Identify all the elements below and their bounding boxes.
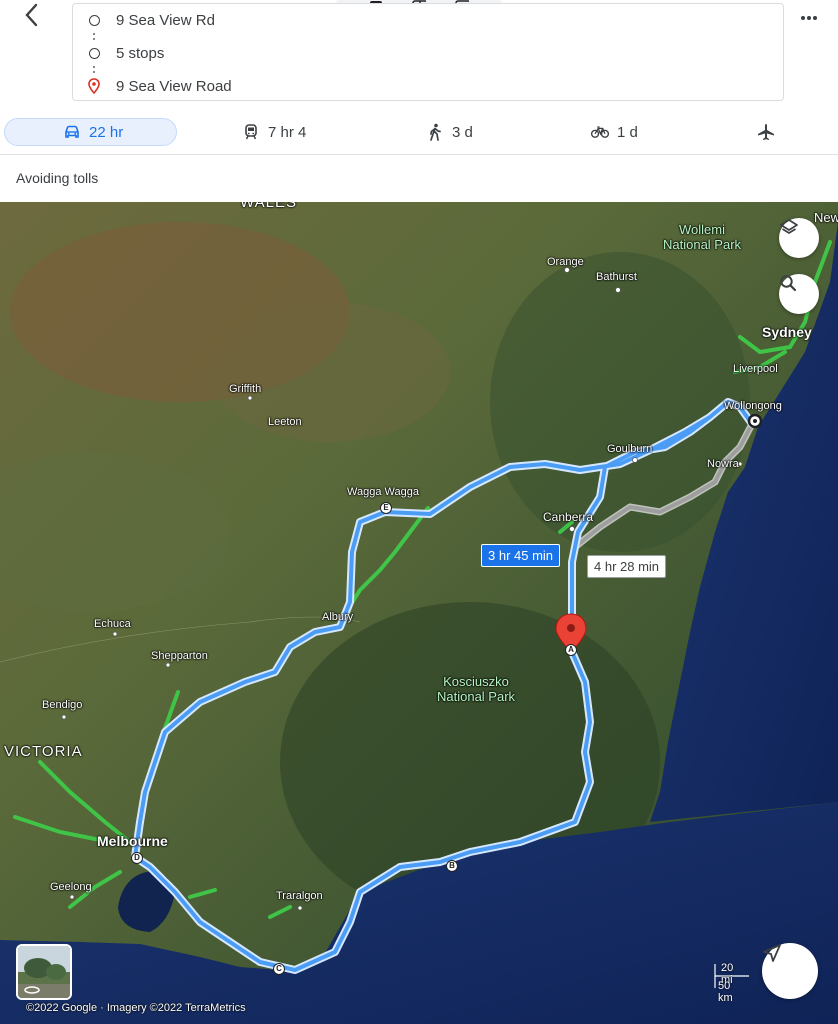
origin-circle-icon bbox=[88, 14, 100, 26]
scale-km: 50 km bbox=[718, 980, 733, 1004]
stop-marker-a[interactable]: A bbox=[565, 644, 577, 656]
satellite-map bbox=[0, 202, 838, 1024]
map-label-sydney: Sydney bbox=[762, 324, 812, 340]
tab-driving[interactable]: 22 hr bbox=[4, 118, 177, 146]
route-waypoints-box[interactable]: 9 Sea View Rd 5 stops 9 Sea View Road bbox=[72, 3, 784, 101]
stop-marker-b[interactable]: B bbox=[446, 860, 458, 872]
map-label-wollemi: Wollemi National Park bbox=[663, 222, 742, 252]
tab-walking-label: 3 d bbox=[452, 123, 473, 141]
destination-pin-icon bbox=[88, 78, 100, 94]
map-label-echuca: Echuca bbox=[94, 618, 131, 630]
map-label-traralgon: Traralgon bbox=[276, 890, 323, 902]
travel-mode-tabs: 22 hr 7 hr 4 3 d 1 d bbox=[0, 114, 838, 150]
stops-circle-icon bbox=[88, 47, 100, 59]
arrow-back-icon bbox=[25, 3, 38, 27]
walk-icon bbox=[426, 123, 444, 141]
tab-walking[interactable]: 3 d bbox=[426, 118, 473, 146]
tab-transit-label: 7 hr 4 bbox=[268, 123, 307, 141]
map-label-melbourne: Melbourne bbox=[97, 833, 168, 849]
origin-text[interactable]: 9 Sea View Rd bbox=[116, 12, 215, 29]
car-icon bbox=[63, 123, 81, 141]
back-button[interactable] bbox=[14, 0, 48, 30]
stops-text[interactable]: 5 stops bbox=[116, 45, 164, 62]
map-label-griffith: Griffith bbox=[229, 383, 262, 395]
map-label-new: New bbox=[814, 210, 838, 225]
map-copyright: ©2022 Google · Imagery ©2022 TerraMetric… bbox=[26, 1002, 246, 1014]
layers-button[interactable] bbox=[779, 218, 819, 258]
navigation-arrow-icon bbox=[763, 944, 781, 962]
my-location-button[interactable] bbox=[762, 943, 818, 999]
tab-cycling-label: 1 d bbox=[617, 123, 638, 141]
map-label-nowra: Nowra bbox=[707, 458, 739, 470]
search-map-button[interactable] bbox=[779, 274, 819, 314]
tab-transit[interactable]: 7 hr 4 bbox=[242, 118, 306, 146]
map-label-leeton: Leeton bbox=[268, 416, 302, 428]
search-icon bbox=[780, 275, 797, 292]
map-label-bendigo: Bendigo bbox=[42, 699, 83, 711]
map-label-kosciuszko: Kosciuszko National Park bbox=[437, 674, 516, 704]
map-label-bathurst: Bathurst bbox=[596, 271, 637, 283]
destination-text[interactable]: 9 Sea View Road bbox=[116, 78, 232, 95]
map-label-goulburn: Goulburn bbox=[607, 443, 653, 455]
more-options-button[interactable] bbox=[794, 6, 824, 30]
route-options-text: Avoiding tolls bbox=[16, 170, 99, 186]
tab-cycling[interactable]: 1 d bbox=[591, 118, 638, 146]
map-label-shepparton: Shepparton bbox=[151, 650, 208, 662]
street-view-thumbnail[interactable] bbox=[16, 944, 72, 1000]
map-label-victoria: VICTORIA bbox=[4, 743, 83, 760]
more-horiz-icon bbox=[801, 16, 817, 20]
stop-marker-c[interactable]: C bbox=[273, 963, 285, 975]
map-label-wales: WALES bbox=[240, 202, 297, 211]
destination-row[interactable]: 9 Sea View Road bbox=[87, 75, 232, 97]
map-label-wagga: Wagga Wagga bbox=[347, 486, 419, 498]
alternate-route-duration[interactable]: 4 hr 28 min bbox=[587, 555, 667, 578]
tab-flights[interactable] bbox=[757, 118, 783, 146]
tabs-divider bbox=[0, 154, 838, 155]
layers-icon bbox=[780, 219, 798, 234]
map-label-orange: Orange bbox=[547, 256, 584, 268]
primary-route-duration[interactable]: 3 hr 45 min bbox=[481, 544, 561, 567]
stops-row[interactable]: 5 stops bbox=[87, 42, 164, 64]
map-view[interactable]: WALES Wollemi National Park New Orange B… bbox=[0, 202, 838, 1024]
stop-marker-e[interactable]: E bbox=[380, 502, 392, 514]
origin-row[interactable]: 9 Sea View Rd bbox=[87, 9, 215, 31]
map-label-liverpool: Liverpool bbox=[733, 363, 778, 375]
map-label-wollongong: Wollongong bbox=[724, 400, 782, 412]
map-label-albury: Albury bbox=[322, 611, 354, 623]
stop-marker-d[interactable]: D bbox=[131, 852, 143, 864]
tab-driving-label: 22 hr bbox=[89, 123, 124, 141]
map-label-geelong: Geelong bbox=[50, 881, 92, 893]
directions-screen: 9 Sea View Rd 5 stops 9 Sea View Road 22… bbox=[0, 0, 838, 1024]
flight-icon bbox=[757, 123, 775, 141]
train-icon bbox=[242, 123, 260, 141]
map-label-canberra: Canberra bbox=[543, 510, 594, 524]
bike-icon bbox=[591, 123, 609, 141]
